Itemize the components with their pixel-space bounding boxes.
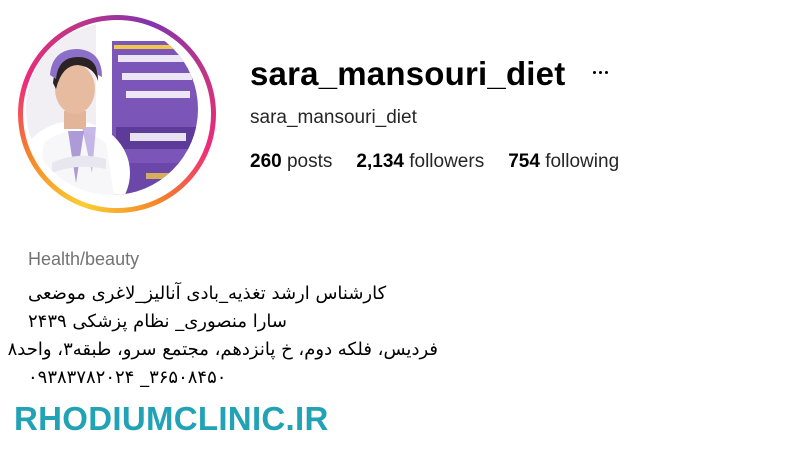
followers-count: 2,134 <box>356 151 404 172</box>
dot <box>592 70 596 74</box>
bio-line: کارشناس ارشد تغذیه_بادی آنالیز_لاغری موض… <box>28 283 387 304</box>
posts-stat[interactable]: 260 posts <box>250 150 332 174</box>
profile-photo <box>26 23 198 195</box>
following-count: 754 <box>508 151 540 172</box>
watermark-text: RHODIUMCLINIC.IR <box>14 400 329 437</box>
more-options-icon[interactable] <box>588 60 612 84</box>
following-stat[interactable]: 754 following <box>508 150 619 174</box>
profile-avatar[interactable] <box>26 23 198 195</box>
profile-stats: 260 posts 2,134 followers 754 following <box>250 150 643 174</box>
dot <box>598 70 602 74</box>
bio-line: ۰۹۳۸۳۷۸۲۰۲۴ _۳۶۵۰۸۴۵۰ <box>28 367 227 388</box>
posts-count: 260 <box>250 151 282 172</box>
profile-avatar-ring[interactable] <box>18 15 216 213</box>
bio-line: فردیس، فلکه دوم، خ پانزدهم، مجتمع سرو، ط… <box>7 339 438 360</box>
dot <box>604 70 608 74</box>
posts-label: posts <box>286 151 333 172</box>
profile-bio: کارشناس ارشد تغذیه_بادی آنالیز_لاغری موض… <box>7 280 438 392</box>
profile-username: sara_mansouri_diet <box>250 55 566 92</box>
profile-category: Health/beauty <box>28 249 140 269</box>
following-label: following <box>545 151 620 172</box>
followers-label: followers <box>409 151 485 172</box>
followers-stat[interactable]: 2,134 followers <box>356 150 484 174</box>
profile-full-name: sara_mansouri_diet <box>250 107 417 128</box>
bio-line: سارا منصوری_ نظام پزشکی ۲۴۳۹ <box>28 311 287 332</box>
